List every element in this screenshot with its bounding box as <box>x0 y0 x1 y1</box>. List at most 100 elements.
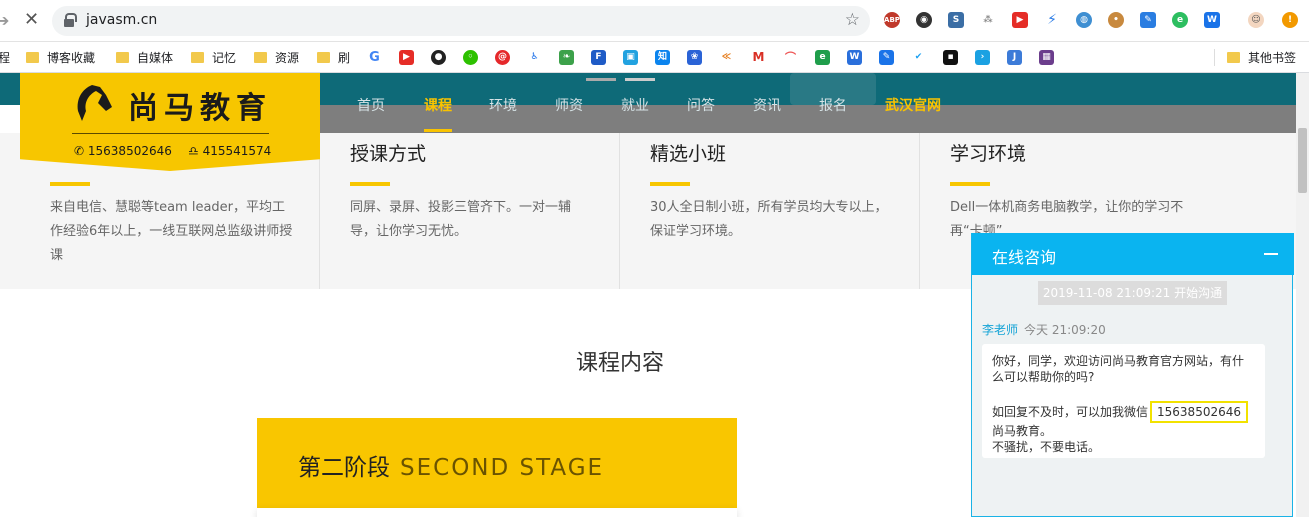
nav-wuhan-site[interactable]: 武汉官网 <box>885 95 941 115</box>
nav-teachers[interactable]: 师资 <box>555 95 583 115</box>
chat-header[interactable]: 在线咨询 <box>972 233 1294 275</box>
terminal-icon[interactable]: ▪ <box>943 50 958 65</box>
qq-icon: ♎ <box>188 144 199 158</box>
feature-desc: 30人全日制小班，所有学员均大专以上，保证学习环境。 <box>650 200 888 239</box>
edit-icon[interactable]: ✎ <box>1140 12 1156 28</box>
logo-card[interactable]: 尚马教育 ✆ 15638502646 ♎ 415541574 <box>20 73 320 171</box>
scroll-thumb[interactable] <box>1298 128 1307 193</box>
google-icon[interactable]: G <box>367 50 382 65</box>
nav-employment[interactable]: 就业 <box>621 95 649 115</box>
console-icon[interactable]: › <box>975 50 990 65</box>
bookmark-folder[interactable]: 博客收藏 <box>26 49 95 66</box>
forward-icon[interactable]: ➔ <box>0 11 9 30</box>
lock-icon <box>64 13 77 27</box>
feature-title: 学习环境 <box>950 143 1027 165</box>
bookmark-folder[interactable]: 资源 <box>254 49 299 66</box>
feature-accent-bar <box>50 182 90 186</box>
horse-logo-icon <box>77 85 112 121</box>
adblock-icon[interactable]: ABP <box>884 12 900 28</box>
f-app-icon[interactable]: F <box>591 50 606 65</box>
nav-signup[interactable]: 报名 <box>819 95 847 115</box>
leaf-icon[interactable]: ❧ <box>559 50 574 65</box>
check-icon[interactable]: ✔ <box>911 50 926 65</box>
message-line: 如回复不及时，可以加我微信 15638502646尚马教育。 <box>992 401 1255 439</box>
nav-environment[interactable]: 环境 <box>489 95 517 115</box>
youtube-icon[interactable]: ▶ <box>1012 12 1028 28</box>
feature-accent-bar <box>650 182 690 186</box>
folder-icon <box>1227 52 1240 63</box>
cookie-icon[interactable]: • <box>1108 12 1124 28</box>
browser-toolbar: ➔ ✕ javasm.cn ☆ ABP ◉ S ⁂ ▶ ⚡ ◍ • ✎ e W … <box>0 0 1309 42</box>
nav-courses[interactable]: 课程 <box>424 95 452 115</box>
url-text[interactable]: javasm.cn <box>86 12 157 28</box>
bookmark-folder[interactable]: 刷 <box>317 49 350 66</box>
edit-icon[interactable]: ✎ <box>879 50 894 65</box>
bookmark-item[interactable]: 程 <box>0 49 10 66</box>
chat-title: 在线咨询 <box>992 248 1057 267</box>
update-alert-icon[interactable]: ! <box>1282 12 1298 28</box>
message-line: 你好，同学，欢迎访问尚马教育官方网站，有什么可以帮助你的吗? <box>992 354 1245 384</box>
stop-icon[interactable]: ✕ <box>24 9 39 30</box>
app-icon[interactable]: ◉ <box>916 12 932 28</box>
netease-icon[interactable]: @ <box>495 50 510 65</box>
page-scrollbar[interactable] <box>1296 73 1309 517</box>
s-extension-icon[interactable]: S <box>948 12 964 28</box>
feature-desc: 来自电信、慧聪等team leader，平均工作经验6年以上，一线互联网总监级讲… <box>50 200 293 263</box>
bookmark-folder[interactable]: 自媒体 <box>116 49 173 66</box>
baidu-icon[interactable]: ❀ <box>687 50 702 65</box>
minimize-icon[interactable] <box>1264 253 1278 255</box>
chat-widget[interactable]: 在线咨询 2019-11-08 21:09:21 开始沟通 李老师 今天 21:0… <box>971 233 1294 517</box>
zhihu-icon[interactable]: 知 <box>655 50 670 65</box>
folder-icon <box>317 52 330 63</box>
evernote-icon[interactable]: e <box>1172 12 1188 28</box>
feature-card: 精选小班 30人全日制小班，所有学员均大专以上，保证学习环境。 <box>620 133 920 289</box>
other-bookmarks[interactable]: 其他书签 <box>1214 49 1296 66</box>
tree-icon[interactable]: ⁂ <box>980 12 996 28</box>
stage-content <box>257 508 737 517</box>
feature-accent-bar <box>950 182 990 186</box>
nav-overlay <box>320 105 1296 133</box>
bookmark-star-icon[interactable]: ☆ <box>845 10 860 30</box>
wheelchair-icon[interactable]: ♿ <box>527 50 542 65</box>
carousel-dot-active[interactable] <box>625 78 655 81</box>
feature-card: 授课方式 同屏、录屏、投影三管齐下。一对一辅导，让你学习无忧。 <box>320 133 620 289</box>
chat-sender: 李老师 今天 21:09:20 <box>982 323 1106 337</box>
avatar[interactable]: ☺ <box>1248 12 1264 28</box>
bookmark-folder[interactable]: 记忆 <box>191 49 236 66</box>
feature-desc: 同屏、录屏、投影三管齐下。一对一辅导，让你学习无忧。 <box>350 200 572 239</box>
word-icon[interactable]: W <box>847 50 862 65</box>
gmail-icon[interactable]: M <box>751 50 766 65</box>
chat-start-time: 2019-11-08 21:09:21 开始沟通 <box>1038 281 1227 305</box>
nav-qa[interactable]: 问答 <box>687 95 715 115</box>
globe-icon[interactable]: ◍ <box>1076 12 1092 28</box>
wechat-number[interactable]: 15638502646 <box>1150 401 1248 423</box>
bolt-icon[interactable]: ⚡ <box>1044 12 1060 28</box>
nav-home[interactable]: 首页 <box>357 95 385 115</box>
nav-news[interactable]: 资讯 <box>753 95 781 115</box>
folder-icon <box>254 52 267 63</box>
feature-title: 精选小班 <box>650 143 727 165</box>
j-app-icon[interactable]: J <box>1007 50 1022 65</box>
w-extension-icon[interactable]: W <box>1204 12 1220 28</box>
youtube-icon[interactable]: ▶ <box>399 50 414 65</box>
message-line: 不骚扰，不要电话。 <box>992 440 1101 454</box>
page-viewport: 首页 课程 环境 师资 就业 问答 资讯 报名 武汉官网 来自电信、慧聪等tea… <box>0 73 1296 517</box>
carousel-dot[interactable] <box>586 78 616 81</box>
stage-banner: 第二阶段 SECOND STAGE <box>257 418 737 508</box>
rainbow-icon[interactable]: ⌒ <box>783 50 798 65</box>
address-bar[interactable]: javasm.cn ☆ <box>52 6 870 36</box>
qq-contact: ♎ 415541574 <box>188 144 272 158</box>
feature-title: 授课方式 <box>350 143 427 165</box>
purple-app-icon[interactable]: ▦ <box>1039 50 1054 65</box>
logo-divider <box>72 133 269 134</box>
github-icon[interactable]: ● <box>431 50 446 65</box>
bookmarks-bar: 程 博客收藏 自媒体 记忆 资源 刷 G ▶ ● ◦ @ ♿ ❧ F ▣ 知 ❀… <box>0 42 1309 73</box>
chat-message: 你好，同学，欢迎访问尚马教育官方网站，有什么可以帮助你的吗? 如回复不及时，可以… <box>982 344 1265 458</box>
bilibili-icon[interactable]: ▣ <box>623 50 638 65</box>
phone-contact: ✆ 15638502646 <box>74 144 172 158</box>
logo-text: 尚马教育 <box>128 91 272 126</box>
stage-heading: 第二阶段 SECOND STAGE <box>298 455 605 481</box>
evernote-icon[interactable]: e <box>815 50 830 65</box>
arrow-app-icon[interactable]: ≪ <box>719 50 734 65</box>
wechat-icon[interactable]: ◦ <box>463 50 478 65</box>
